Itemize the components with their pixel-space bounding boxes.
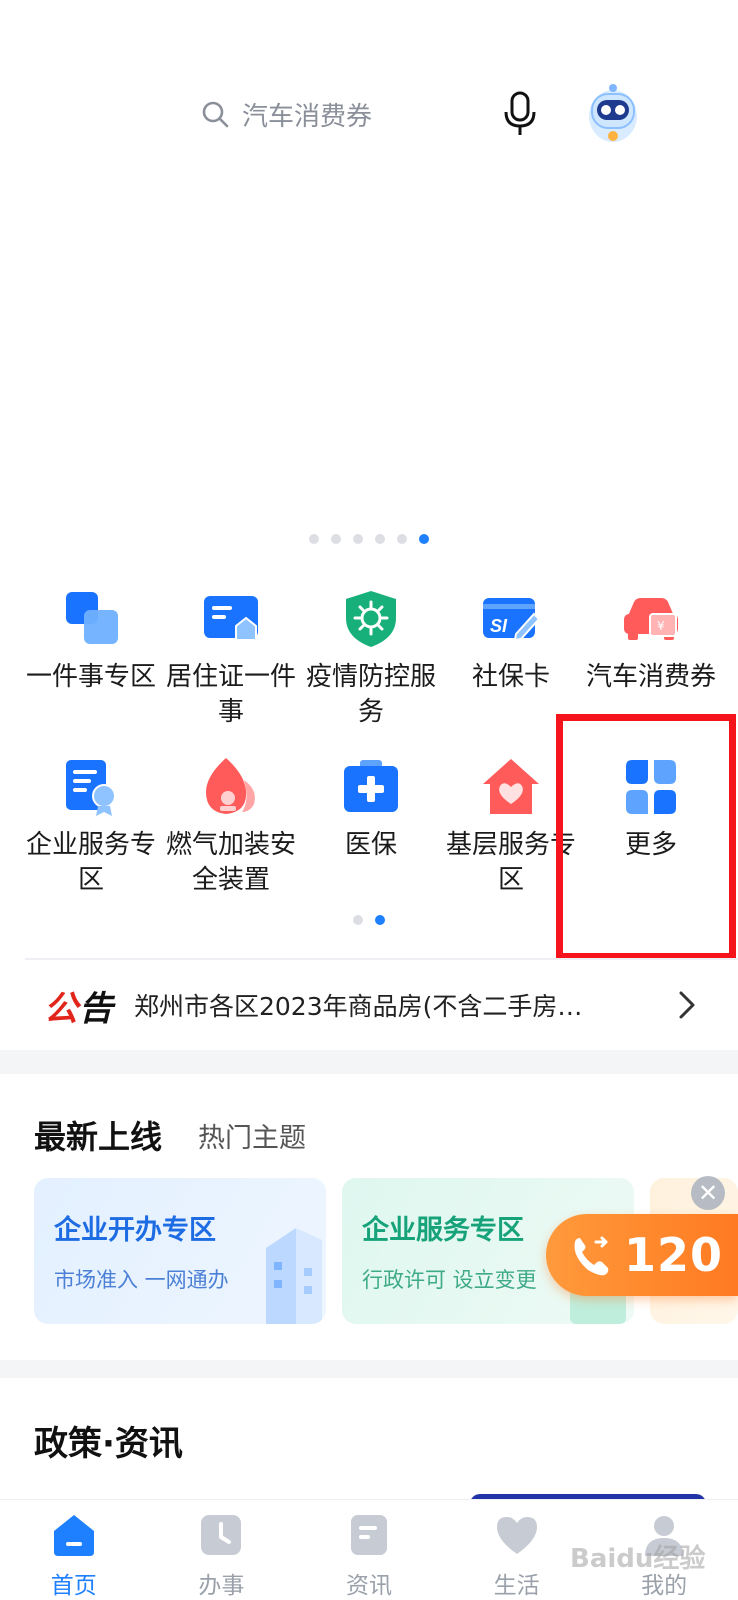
phone-icon xyxy=(574,1236,609,1276)
robot-assistant-icon[interactable] xyxy=(582,80,644,146)
hotline-button[interactable]: 120 xyxy=(546,1214,738,1296)
tab-services[interactable]: 办事 xyxy=(148,1500,296,1600)
notice-bar[interactable]: 公告 郑州市各区2023年商品房(不含二手房… xyxy=(0,960,738,1050)
service-label: 企业服务专区 xyxy=(25,830,156,895)
clock-icon xyxy=(201,1515,242,1555)
pagination-dot[interactable] xyxy=(331,534,341,544)
service-gas-safety[interactable]: 燃气加装安全装置 xyxy=(161,756,301,906)
tab-label: 生活 xyxy=(493,1573,540,1599)
pagination-dot[interactable] xyxy=(309,534,319,544)
tab-label: 首页 xyxy=(50,1573,97,1599)
svg-text:¥: ¥ xyxy=(657,619,665,633)
service-label: 社保卡 xyxy=(471,662,550,692)
service-medical-insurance[interactable]: 医保 xyxy=(301,756,441,906)
svg-text:SI: SI xyxy=(490,616,508,636)
tab-label: 资讯 xyxy=(345,1573,392,1599)
search-icon xyxy=(202,101,229,128)
home-icon xyxy=(53,1515,94,1556)
pagination-dot[interactable] xyxy=(375,534,385,544)
card-title: 企业服务专区 xyxy=(362,1215,524,1246)
si-card-icon: SI xyxy=(483,598,541,642)
tab-home[interactable]: 首页 xyxy=(0,1500,148,1600)
service-label: 疫情防控服务 xyxy=(305,662,436,727)
close-icon[interactable]: ✕ xyxy=(691,1176,725,1210)
notice-tag: 公告 xyxy=(44,988,114,1029)
service-epidemic-control[interactable]: 疫情防控服务 xyxy=(301,588,441,738)
latest-section-title: 最新上线 xyxy=(34,1118,163,1156)
service-one-thing-zone[interactable]: 一件事专区 xyxy=(21,588,161,738)
hotline-number: 120 xyxy=(624,1228,724,1282)
service-label: 汽车消费券 xyxy=(585,662,716,692)
card-title: 企业开办专区 xyxy=(54,1215,216,1246)
tab-label: 办事 xyxy=(198,1573,245,1599)
chevron-right-icon[interactable] xyxy=(676,990,698,1020)
section-gap xyxy=(0,1050,738,1074)
policy-section-title: 政策·资讯 xyxy=(34,1424,183,1464)
card-subtitle: 行政许可 设立变更 xyxy=(362,1268,537,1292)
building-illustration-icon xyxy=(266,1228,322,1324)
watermark: Baidu经验 xyxy=(570,1544,706,1574)
service-label: 燃气加装安全装置 xyxy=(165,830,296,895)
medical-kit-icon xyxy=(344,760,398,812)
service-label: 医保 xyxy=(344,830,397,860)
virus-shield-icon xyxy=(346,591,396,647)
pagination-dot[interactable] xyxy=(353,915,363,925)
microphone-icon[interactable] xyxy=(500,90,540,138)
heart-icon xyxy=(496,1517,537,1554)
service-residence-permit[interactable]: 居住证一件事 xyxy=(161,588,301,738)
tab-news[interactable]: 资讯 xyxy=(295,1500,443,1600)
car-coupon-icon: ¥ xyxy=(624,598,678,640)
hot-topics-tab[interactable]: 热门主题 xyxy=(198,1116,306,1155)
pagination-dot[interactable] xyxy=(353,534,363,544)
document-icon xyxy=(350,1515,387,1555)
feature-card-enterprise-setup[interactable]: 企业开办专区 市场准入 一网通办 xyxy=(34,1178,326,1324)
enterprise-certificate-icon xyxy=(66,760,116,816)
search-placeholder: 汽车消费券 xyxy=(242,101,373,132)
pagination-dot[interactable] xyxy=(397,534,407,544)
banner-carousel[interactable] xyxy=(0,160,738,520)
card-subtitle: 市场准入 一网通办 xyxy=(54,1268,229,1292)
search-bar[interactable]: 汽车消费券 xyxy=(200,88,372,140)
section-gap xyxy=(0,1360,738,1378)
tab-life[interactable]: 生活 xyxy=(443,1500,591,1600)
residence-card-icon xyxy=(204,596,258,641)
service-label: 居住证一件事 xyxy=(165,662,296,727)
gas-flame-icon xyxy=(206,758,255,814)
notice-text: 郑州市各区2023年商品房(不含二手房… xyxy=(134,992,583,1021)
pagination-dot-active[interactable] xyxy=(419,534,429,544)
heart-house-icon xyxy=(483,759,539,814)
service-label: 一件事专区 xyxy=(25,662,156,692)
pagination-dot-active[interactable] xyxy=(375,915,385,925)
stack-squares-icon xyxy=(66,592,118,644)
service-enterprise-zone[interactable]: 企业服务专区 xyxy=(21,756,161,906)
banner-pagination xyxy=(0,534,738,544)
grid-pagination xyxy=(0,915,738,925)
